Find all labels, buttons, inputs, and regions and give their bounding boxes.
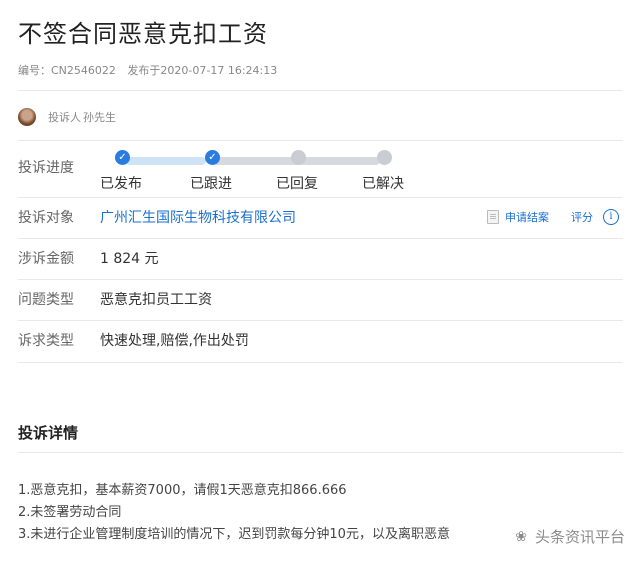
avatar [18,108,36,126]
target-label: 投诉对象 [18,210,74,226]
divider [18,140,623,141]
step-check-icon: ✓ [115,150,130,165]
issue-type-row: 问题类型 恶意克扣员工工资 [18,289,623,309]
step-check-icon: ✓ [205,150,220,165]
step-pending-dot [291,150,306,165]
divider [18,279,623,280]
demand-type-row: 诉求类型 快速处理,赔偿,作出处罚 [18,330,623,350]
document-icon [487,210,499,224]
divider [18,238,623,239]
apply-close-button[interactable]: 申请结案 [505,209,549,225]
step-followed-label: 已跟进 [190,176,232,192]
divider [18,90,623,91]
complainant-info: 投诉人 孙先生 [18,108,116,126]
info-icon[interactable]: i [603,209,619,225]
step-replied-label: 已回复 [276,176,318,192]
target-actions: 申请结案 评分 i [487,209,619,225]
complaint-meta: 编号：CN2546022 发布于2020-07-17 16:24:13 [18,62,277,78]
amount-row: 涉诉金额 1 824 元 [18,248,623,268]
amount-label: 涉诉金额 [18,251,74,267]
issue-type-label: 问题类型 [18,292,74,308]
divider [18,362,623,363]
step-pending-dot [377,150,392,165]
divider [18,320,623,321]
complaint-id: 编号：CN2546022 [18,64,116,77]
step-resolved-label: 已解决 [362,176,404,192]
complainant-name: 孙先生 [83,111,116,124]
progress-track-done [126,157,206,165]
divider [18,452,623,453]
page-title: 不签合同恶意克扣工资 [18,20,268,48]
complaint-details: 1.恶意克扣，基本薪资7000，请假1天恶意克扣866.666 2.未签署劳动合… [18,480,450,546]
step-published-label: 已发布 [100,176,142,192]
issue-type-value: 恶意克扣员工工资 [100,292,212,308]
details-title: 投诉详情 [18,424,79,442]
publish-time: 发布于2020-07-17 16:24:13 [127,64,278,77]
progress-label: 投诉进度 [18,160,74,176]
watermark-logo-icon: ❀ [515,528,527,545]
detail-line: 3.未进行企业管理制度培训的情况下，迟到罚款每分钟10元，以及离职恶意 [18,527,450,542]
watermark-text: 头条资讯平台 [534,528,625,546]
target-company-link[interactable]: 广州汇生国际生物科技有限公司 [100,207,296,227]
detail-line: 1.恶意克扣，基本薪资7000，请假1天恶意克扣866.666 [18,483,347,498]
demand-type-label: 诉求类型 [18,333,74,349]
progress-tracker: ✓ ✓ 已发布 已跟进 已回复 已解决 [98,150,418,195]
amount-value: 1 824 元 [100,251,159,267]
rate-button[interactable]: 评分 [571,209,593,225]
demand-type-value: 快速处理,赔偿,作出处罚 [100,333,249,349]
watermark: ❀ 头条资讯平台 [515,526,625,547]
complainant-label: 投诉人 [48,111,81,124]
detail-line: 2.未签署劳动合同 [18,505,122,520]
divider [18,197,623,198]
